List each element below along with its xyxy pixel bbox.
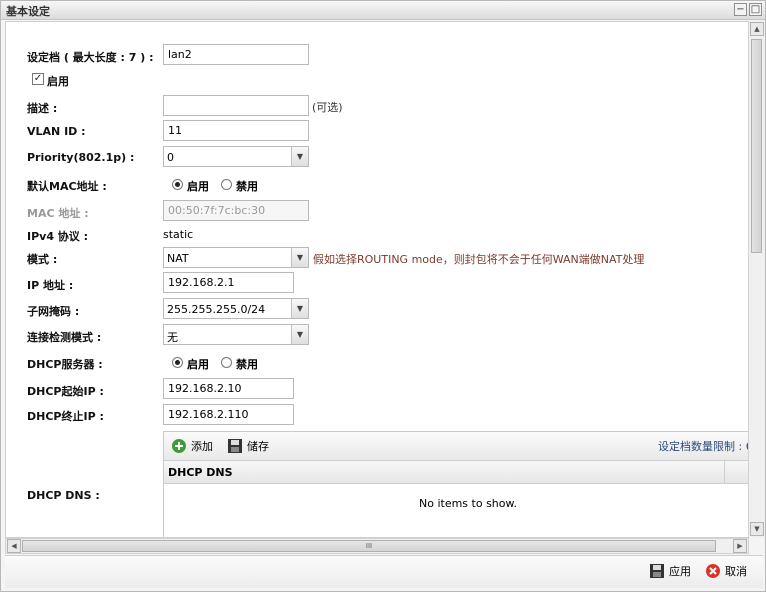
- description-label: 描述 :: [27, 102, 58, 115]
- dhcp-end-input[interactable]: [163, 404, 294, 425]
- priority-select[interactable]: 0 ▼: [163, 146, 309, 167]
- scroll-left-icon[interactable]: ◀: [7, 539, 21, 553]
- mode-value: NAT: [167, 252, 189, 265]
- add-button[interactable]: 添加: [171, 438, 213, 454]
- default-mac-label: 默认MAC地址 :: [27, 180, 107, 193]
- window-title: 基本设定: [6, 5, 50, 18]
- add-icon: [172, 439, 186, 453]
- priority-value: 0: [167, 151, 174, 164]
- mode-hint: 假如选择ROUTING mode，则封包将不会于任何WAN端做NAT处理: [313, 253, 645, 266]
- save-label: 储存: [247, 440, 269, 453]
- ip-label: IP 地址 :: [27, 279, 74, 292]
- subnet-value: 255.255.255.0/24: [167, 303, 266, 316]
- cancel-icon: [706, 564, 720, 578]
- chevron-down-icon: ▼: [291, 325, 308, 344]
- horizontal-scrollbar[interactable]: ◀ III ▶: [5, 538, 749, 554]
- chevron-down-icon: ▼: [291, 248, 308, 267]
- dhcp-enable-radio[interactable]: [172, 357, 183, 368]
- floppy-icon: [228, 439, 242, 453]
- description-hint: (可选): [312, 101, 343, 114]
- subnet-select[interactable]: 255.255.255.0/24 ▼: [163, 298, 309, 319]
- enable-label: 启用: [47, 75, 69, 88]
- maximize-button[interactable]: □: [749, 3, 762, 16]
- dhcp-start-input[interactable]: [163, 378, 294, 399]
- footer-bar: 应用 取消: [5, 555, 763, 588]
- ipv4-value: static: [163, 228, 194, 241]
- apply-label: 应用: [669, 565, 691, 578]
- profile-input[interactable]: [163, 44, 309, 65]
- dhcp-disable-radio[interactable]: [221, 357, 232, 368]
- enable-checkbox[interactable]: ✓: [32, 73, 44, 85]
- scroll-right-icon[interactable]: ▶: [733, 539, 747, 553]
- cancel-button[interactable]: 取消: [705, 563, 747, 579]
- dhcp-disable-label: 禁用: [236, 358, 258, 371]
- vlan-label: VLAN ID :: [27, 125, 86, 138]
- ip-input[interactable]: [163, 272, 294, 293]
- default-mac-enable-label: 启用: [187, 180, 209, 193]
- chevron-down-icon: ▼: [291, 147, 308, 166]
- mode-label: 模式 :: [27, 253, 58, 266]
- apply-button[interactable]: 应用: [649, 563, 691, 579]
- dhcp-dns-label: DHCP DNS :: [27, 489, 100, 502]
- vertical-scrollbar[interactable]: ▲ ▼: [748, 21, 765, 538]
- ipv4-label: IPv4 协议 :: [27, 230, 89, 243]
- scroll-down-icon[interactable]: ▼: [750, 522, 764, 536]
- priority-label: Priority(802.1p) :: [27, 151, 135, 164]
- floppy-icon: [650, 564, 664, 578]
- settings-window: 基本设定 − □ 设定档 ( 最大长度 : 7 ) : ✓ 启用 描述 : (可…: [0, 0, 766, 592]
- profile-limit-text: 设定档数量限制 : 6: [658, 440, 749, 453]
- vlan-input[interactable]: [163, 120, 309, 141]
- subnet-label: 子网掩码 :: [27, 305, 80, 318]
- dhcp-end-label: DHCP终止IP :: [27, 410, 104, 423]
- mode-select[interactable]: NAT ▼: [163, 247, 309, 268]
- save-button[interactable]: 储存: [227, 438, 269, 454]
- mac-input: [163, 200, 309, 221]
- dhcp-server-label: DHCP服务器 :: [27, 358, 103, 371]
- horizontal-scroll-thumb[interactable]: III: [22, 540, 716, 552]
- default-mac-enable-radio[interactable]: [172, 179, 183, 190]
- dhcp-enable-label: 启用: [187, 358, 209, 371]
- description-input[interactable]: [163, 95, 309, 116]
- vertical-scroll-thumb[interactable]: [751, 39, 762, 253]
- form-panel: 设定档 ( 最大长度 : 7 ) : ✓ 启用 描述 : (可选) VLAN I…: [5, 21, 749, 538]
- cancel-label: 取消: [725, 565, 747, 578]
- chevron-down-icon: ▼: [291, 299, 308, 318]
- mac-label: MAC 地址 :: [27, 207, 89, 220]
- profile-label: 设定档 ( 最大长度 : 7 ) :: [27, 51, 154, 64]
- detect-mode-label: 连接检测模式 :: [27, 331, 102, 344]
- dhcp-dns-grid: 添加 储存 设定档数量限制 : 6 DHCP DNS No items to s…: [163, 431, 749, 537]
- column-divider: [724, 461, 725, 483]
- grid-toolbar: 添加 储存 设定档数量限制 : 6: [164, 432, 749, 461]
- empty-message: No items to show.: [419, 497, 517, 510]
- add-label: 添加: [191, 440, 213, 453]
- detect-mode-value: 无: [167, 331, 178, 344]
- dhcp-start-label: DHCP起始IP :: [27, 385, 104, 398]
- default-mac-disable-radio[interactable]: [221, 179, 232, 190]
- minimize-button[interactable]: −: [734, 3, 747, 16]
- default-mac-disable-label: 禁用: [236, 180, 258, 193]
- grid-header: DHCP DNS: [164, 461, 748, 484]
- detect-mode-select[interactable]: 无 ▼: [163, 324, 309, 345]
- scroll-up-icon[interactable]: ▲: [750, 22, 764, 36]
- title-bar: 基本设定 − □: [1, 1, 765, 20]
- column-header-dhcp-dns[interactable]: DHCP DNS: [168, 466, 233, 479]
